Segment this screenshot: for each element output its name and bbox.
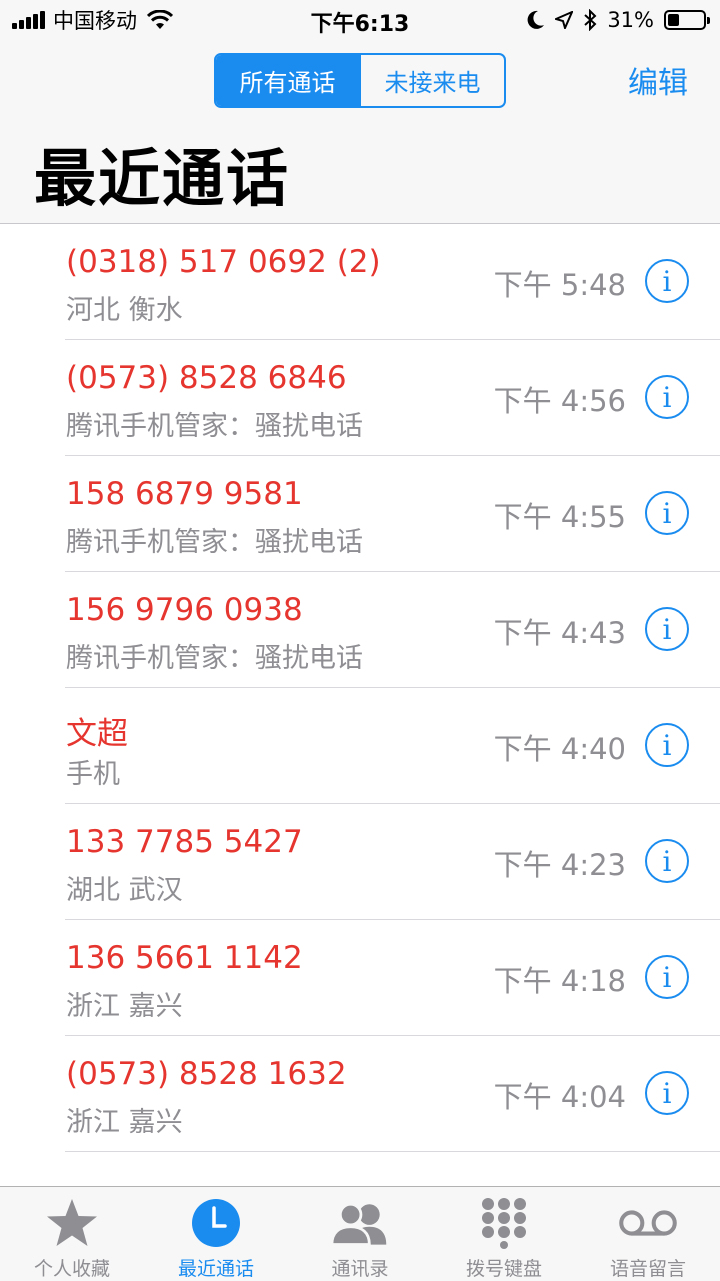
caller-name: 136 5661 1142 — [66, 940, 303, 976]
call-row[interactable]: (0318) 517 0692 (2) 河北 衡水 下午 5:48 i — [0, 224, 720, 340]
tab-contacts[interactable]: 通讯录 — [288, 1187, 432, 1281]
status-right: 31% — [527, 6, 710, 34]
call-time: 下午 4:56 — [493, 384, 626, 418]
call-time: 下午 5:48 — [493, 268, 626, 302]
tab-label: 个人收藏 — [33, 1258, 110, 1280]
caller-name: (0573) 8528 6846 — [66, 360, 347, 396]
caller-location: 腾讯手机管家：骚扰电话 — [66, 411, 363, 442]
tab-favorites[interactable]: 个人收藏 — [0, 1187, 144, 1281]
call-row[interactable]: 156 9796 0938 腾讯手机管家：骚扰电话 下午 4:43 i — [0, 572, 720, 688]
call-time: 下午 4:55 — [493, 500, 626, 534]
caller-location: 手机 — [66, 759, 120, 790]
battery-icon — [664, 10, 710, 30]
voicemail-icon — [618, 1197, 678, 1249]
info-icon[interactable]: i — [645, 607, 689, 651]
battery-percent: 31% — [607, 8, 654, 32]
caller-name: 133 7785 5427 — [66, 824, 303, 860]
tab-bar: 个人收藏 最近通话 通讯录 拨号键盘 语音留言 — [0, 1186, 720, 1281]
caller-location: 浙江 嘉兴 — [66, 991, 183, 1022]
tab-label: 最近通话 — [177, 1258, 254, 1280]
info-icon[interactable]: i — [645, 955, 689, 999]
edit-button[interactable]: 编辑 — [628, 58, 688, 102]
tab-label: 语音留言 — [609, 1258, 686, 1280]
caller-name: (0573) 8528 1632 — [66, 1056, 347, 1092]
contacts-icon — [330, 1197, 390, 1249]
info-icon[interactable]: i — [645, 375, 689, 419]
call-row[interactable]: (0573) 8528 6846 腾讯手机管家：骚扰电话 下午 4:56 i — [0, 340, 720, 456]
keypad-icon — [474, 1197, 534, 1249]
clock-icon — [186, 1197, 246, 1249]
status-bar: 中国移动 下午6:13 31% — [0, 0, 720, 40]
star-icon — [42, 1197, 102, 1249]
call-time: 下午 4:18 — [493, 964, 626, 998]
tab-voicemail[interactable]: 语音留言 — [576, 1187, 720, 1281]
call-row[interactable]: 136 5661 1142 浙江 嘉兴 下午 4:18 i — [0, 920, 720, 1036]
call-row[interactable]: 158 6879 9581 腾讯手机管家：骚扰电话 下午 4:55 i — [0, 456, 720, 572]
segment-all-calls[interactable]: 所有通话 — [216, 55, 359, 106]
caller-location: 湖北 武汉 — [66, 875, 183, 906]
caller-name: 158 6879 9581 — [66, 476, 303, 512]
recent-calls-list: (0318) 517 0692 (2) 河北 衡水 下午 5:48 i (057… — [0, 224, 720, 1152]
battery-level — [668, 14, 679, 26]
tab-label: 通讯录 — [331, 1258, 389, 1280]
call-row[interactable]: 133 7785 5427 湖北 武汉 下午 4:23 i — [0, 804, 720, 920]
call-time: 下午 4:43 — [493, 616, 626, 650]
bluetooth-icon — [584, 9, 597, 31]
caller-location: 腾讯手机管家：骚扰电话 — [66, 527, 363, 558]
location-icon — [555, 11, 574, 29]
nav-header: 所有通话 未接来电 编辑 最近通话 — [0, 40, 720, 224]
page-title: 最近通话 — [34, 142, 291, 215]
info-icon[interactable]: i — [645, 491, 689, 535]
info-icon[interactable]: i — [645, 839, 689, 883]
call-time: 下午 4:23 — [493, 848, 626, 882]
call-filter-segmented-control: 所有通话 未接来电 — [214, 53, 506, 108]
call-time: 下午 4:04 — [493, 1080, 626, 1114]
call-row[interactable]: (0573) 8528 1632 浙江 嘉兴 下午 4:04 i — [0, 1036, 720, 1152]
caller-name: 文超 — [66, 716, 128, 752]
caller-name: 156 9796 0938 — [66, 592, 303, 628]
call-row[interactable]: 文超 手机 下午 4:40 i — [0, 688, 720, 804]
moon-icon — [527, 10, 545, 29]
call-time: 下午 4:40 — [493, 732, 626, 766]
caller-name: (0318) 517 0692 (2) — [66, 244, 381, 280]
info-icon[interactable]: i — [645, 259, 689, 303]
segment-missed-calls[interactable]: 未接来电 — [359, 55, 504, 106]
tab-recents[interactable]: 最近通话 — [144, 1187, 288, 1281]
caller-location: 腾讯手机管家：骚扰电话 — [66, 643, 363, 674]
tab-keypad[interactable]: 拨号键盘 — [432, 1187, 576, 1281]
info-icon[interactable]: i — [645, 723, 689, 767]
caller-location: 浙江 嘉兴 — [66, 1107, 183, 1138]
info-icon[interactable]: i — [645, 1071, 689, 1115]
caller-location: 河北 衡水 — [66, 295, 183, 326]
tab-label: 拨号键盘 — [465, 1258, 542, 1280]
